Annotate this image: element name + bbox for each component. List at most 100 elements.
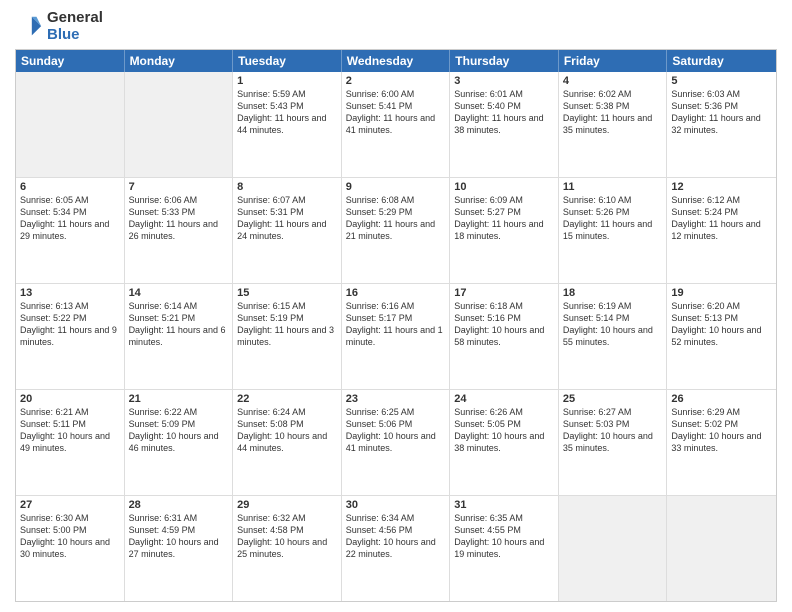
day-details: Sunrise: 6:10 AM Sunset: 5:26 PM Dayligh… <box>563 194 663 243</box>
calendar-empty-cell <box>667 496 776 601</box>
calendar-day-27: 27Sunrise: 6:30 AM Sunset: 5:00 PM Dayli… <box>16 496 125 601</box>
calendar-day-4: 4Sunrise: 6:02 AM Sunset: 5:38 PM Daylig… <box>559 72 668 177</box>
day-details: Sunrise: 6:14 AM Sunset: 5:21 PM Dayligh… <box>129 300 229 349</box>
calendar-day-31: 31Sunrise: 6:35 AM Sunset: 4:55 PM Dayli… <box>450 496 559 601</box>
day-details: Sunrise: 6:30 AM Sunset: 5:00 PM Dayligh… <box>20 512 120 561</box>
calendar-day-8: 8Sunrise: 6:07 AM Sunset: 5:31 PM Daylig… <box>233 178 342 283</box>
day-number: 17 <box>454 287 554 299</box>
calendar-day-28: 28Sunrise: 6:31 AM Sunset: 4:59 PM Dayli… <box>125 496 234 601</box>
day-number: 2 <box>346 75 446 87</box>
day-number: 23 <box>346 393 446 405</box>
day-details: Sunrise: 6:21 AM Sunset: 5:11 PM Dayligh… <box>20 406 120 455</box>
day-number: 4 <box>563 75 663 87</box>
calendar-day-17: 17Sunrise: 6:18 AM Sunset: 5:16 PM Dayli… <box>450 284 559 389</box>
day-details: Sunrise: 6:19 AM Sunset: 5:14 PM Dayligh… <box>563 300 663 349</box>
day-details: Sunrise: 6:05 AM Sunset: 5:34 PM Dayligh… <box>20 194 120 243</box>
day-number: 16 <box>346 287 446 299</box>
day-details: Sunrise: 6:25 AM Sunset: 5:06 PM Dayligh… <box>346 406 446 455</box>
day-number: 24 <box>454 393 554 405</box>
day-number: 26 <box>671 393 772 405</box>
logo-text: General Blue <box>47 10 103 43</box>
header: General Blue <box>15 10 777 43</box>
calendar-day-3: 3Sunrise: 6:01 AM Sunset: 5:40 PM Daylig… <box>450 72 559 177</box>
calendar-empty-cell <box>16 72 125 177</box>
day-details: Sunrise: 6:27 AM Sunset: 5:03 PM Dayligh… <box>563 406 663 455</box>
calendar: SundayMondayTuesdayWednesdayThursdayFrid… <box>15 49 777 602</box>
day-details: Sunrise: 6:26 AM Sunset: 5:05 PM Dayligh… <box>454 406 554 455</box>
calendar-week-2: 6Sunrise: 6:05 AM Sunset: 5:34 PM Daylig… <box>16 178 776 284</box>
day-number: 30 <box>346 499 446 511</box>
day-number: 12 <box>671 181 772 193</box>
calendar-day-1: 1Sunrise: 5:59 AM Sunset: 5:43 PM Daylig… <box>233 72 342 177</box>
day-details: Sunrise: 6:35 AM Sunset: 4:55 PM Dayligh… <box>454 512 554 561</box>
calendar-week-1: 1Sunrise: 5:59 AM Sunset: 5:43 PM Daylig… <box>16 72 776 178</box>
day-details: Sunrise: 6:24 AM Sunset: 5:08 PM Dayligh… <box>237 406 337 455</box>
calendar-day-23: 23Sunrise: 6:25 AM Sunset: 5:06 PM Dayli… <box>342 390 451 495</box>
calendar-empty-cell <box>125 72 234 177</box>
day-details: Sunrise: 6:03 AM Sunset: 5:36 PM Dayligh… <box>671 88 772 137</box>
calendar-day-16: 16Sunrise: 6:16 AM Sunset: 5:17 PM Dayli… <box>342 284 451 389</box>
calendar-day-11: 11Sunrise: 6:10 AM Sunset: 5:26 PM Dayli… <box>559 178 668 283</box>
day-details: Sunrise: 6:34 AM Sunset: 4:56 PM Dayligh… <box>346 512 446 561</box>
page: General Blue SundayMondayTuesdayWednesda… <box>0 0 792 612</box>
calendar-day-29: 29Sunrise: 6:32 AM Sunset: 4:58 PM Dayli… <box>233 496 342 601</box>
day-number: 9 <box>346 181 446 193</box>
day-details: Sunrise: 6:12 AM Sunset: 5:24 PM Dayligh… <box>671 194 772 243</box>
day-details: Sunrise: 6:22 AM Sunset: 5:09 PM Dayligh… <box>129 406 229 455</box>
day-number: 28 <box>129 499 229 511</box>
day-number: 18 <box>563 287 663 299</box>
day-number: 11 <box>563 181 663 193</box>
day-number: 5 <box>671 75 772 87</box>
calendar-day-9: 9Sunrise: 6:08 AM Sunset: 5:29 PM Daylig… <box>342 178 451 283</box>
day-details: Sunrise: 6:02 AM Sunset: 5:38 PM Dayligh… <box>563 88 663 137</box>
day-details: Sunrise: 6:15 AM Sunset: 5:19 PM Dayligh… <box>237 300 337 349</box>
calendar-day-19: 19Sunrise: 6:20 AM Sunset: 5:13 PM Dayli… <box>667 284 776 389</box>
day-details: Sunrise: 6:08 AM Sunset: 5:29 PM Dayligh… <box>346 194 446 243</box>
day-number: 7 <box>129 181 229 193</box>
day-number: 8 <box>237 181 337 193</box>
header-day-saturday: Saturday <box>667 50 776 72</box>
header-day-sunday: Sunday <box>16 50 125 72</box>
calendar-week-5: 27Sunrise: 6:30 AM Sunset: 5:00 PM Dayli… <box>16 496 776 601</box>
calendar-day-22: 22Sunrise: 6:24 AM Sunset: 5:08 PM Dayli… <box>233 390 342 495</box>
calendar-empty-cell <box>559 496 668 601</box>
calendar-day-6: 6Sunrise: 6:05 AM Sunset: 5:34 PM Daylig… <box>16 178 125 283</box>
calendar-day-12: 12Sunrise: 6:12 AM Sunset: 5:24 PM Dayli… <box>667 178 776 283</box>
day-number: 13 <box>20 287 120 299</box>
day-number: 3 <box>454 75 554 87</box>
calendar-day-15: 15Sunrise: 6:15 AM Sunset: 5:19 PM Dayli… <box>233 284 342 389</box>
calendar-day-7: 7Sunrise: 6:06 AM Sunset: 5:33 PM Daylig… <box>125 178 234 283</box>
day-number: 10 <box>454 181 554 193</box>
day-number: 20 <box>20 393 120 405</box>
calendar-week-4: 20Sunrise: 6:21 AM Sunset: 5:11 PM Dayli… <box>16 390 776 496</box>
header-day-monday: Monday <box>125 50 234 72</box>
calendar-day-20: 20Sunrise: 6:21 AM Sunset: 5:11 PM Dayli… <box>16 390 125 495</box>
calendar-body: 1Sunrise: 5:59 AM Sunset: 5:43 PM Daylig… <box>16 72 776 601</box>
calendar-week-3: 13Sunrise: 6:13 AM Sunset: 5:22 PM Dayli… <box>16 284 776 390</box>
calendar-day-5: 5Sunrise: 6:03 AM Sunset: 5:36 PM Daylig… <box>667 72 776 177</box>
day-number: 25 <box>563 393 663 405</box>
day-number: 1 <box>237 75 337 87</box>
day-number: 27 <box>20 499 120 511</box>
day-details: Sunrise: 6:29 AM Sunset: 5:02 PM Dayligh… <box>671 406 772 455</box>
day-details: Sunrise: 6:20 AM Sunset: 5:13 PM Dayligh… <box>671 300 772 349</box>
calendar-day-24: 24Sunrise: 6:26 AM Sunset: 5:05 PM Dayli… <box>450 390 559 495</box>
calendar-day-14: 14Sunrise: 6:14 AM Sunset: 5:21 PM Dayli… <box>125 284 234 389</box>
day-details: Sunrise: 6:18 AM Sunset: 5:16 PM Dayligh… <box>454 300 554 349</box>
day-details: Sunrise: 5:59 AM Sunset: 5:43 PM Dayligh… <box>237 88 337 137</box>
header-day-tuesday: Tuesday <box>233 50 342 72</box>
day-number: 22 <box>237 393 337 405</box>
day-number: 29 <box>237 499 337 511</box>
calendar-day-25: 25Sunrise: 6:27 AM Sunset: 5:03 PM Dayli… <box>559 390 668 495</box>
calendar-day-2: 2Sunrise: 6:00 AM Sunset: 5:41 PM Daylig… <box>342 72 451 177</box>
calendar-day-30: 30Sunrise: 6:34 AM Sunset: 4:56 PM Dayli… <box>342 496 451 601</box>
day-details: Sunrise: 6:09 AM Sunset: 5:27 PM Dayligh… <box>454 194 554 243</box>
header-day-friday: Friday <box>559 50 668 72</box>
day-details: Sunrise: 6:00 AM Sunset: 5:41 PM Dayligh… <box>346 88 446 137</box>
day-number: 31 <box>454 499 554 511</box>
day-number: 15 <box>237 287 337 299</box>
day-number: 21 <box>129 393 229 405</box>
calendar-day-26: 26Sunrise: 6:29 AM Sunset: 5:02 PM Dayli… <box>667 390 776 495</box>
header-day-thursday: Thursday <box>450 50 559 72</box>
day-details: Sunrise: 6:06 AM Sunset: 5:33 PM Dayligh… <box>129 194 229 243</box>
